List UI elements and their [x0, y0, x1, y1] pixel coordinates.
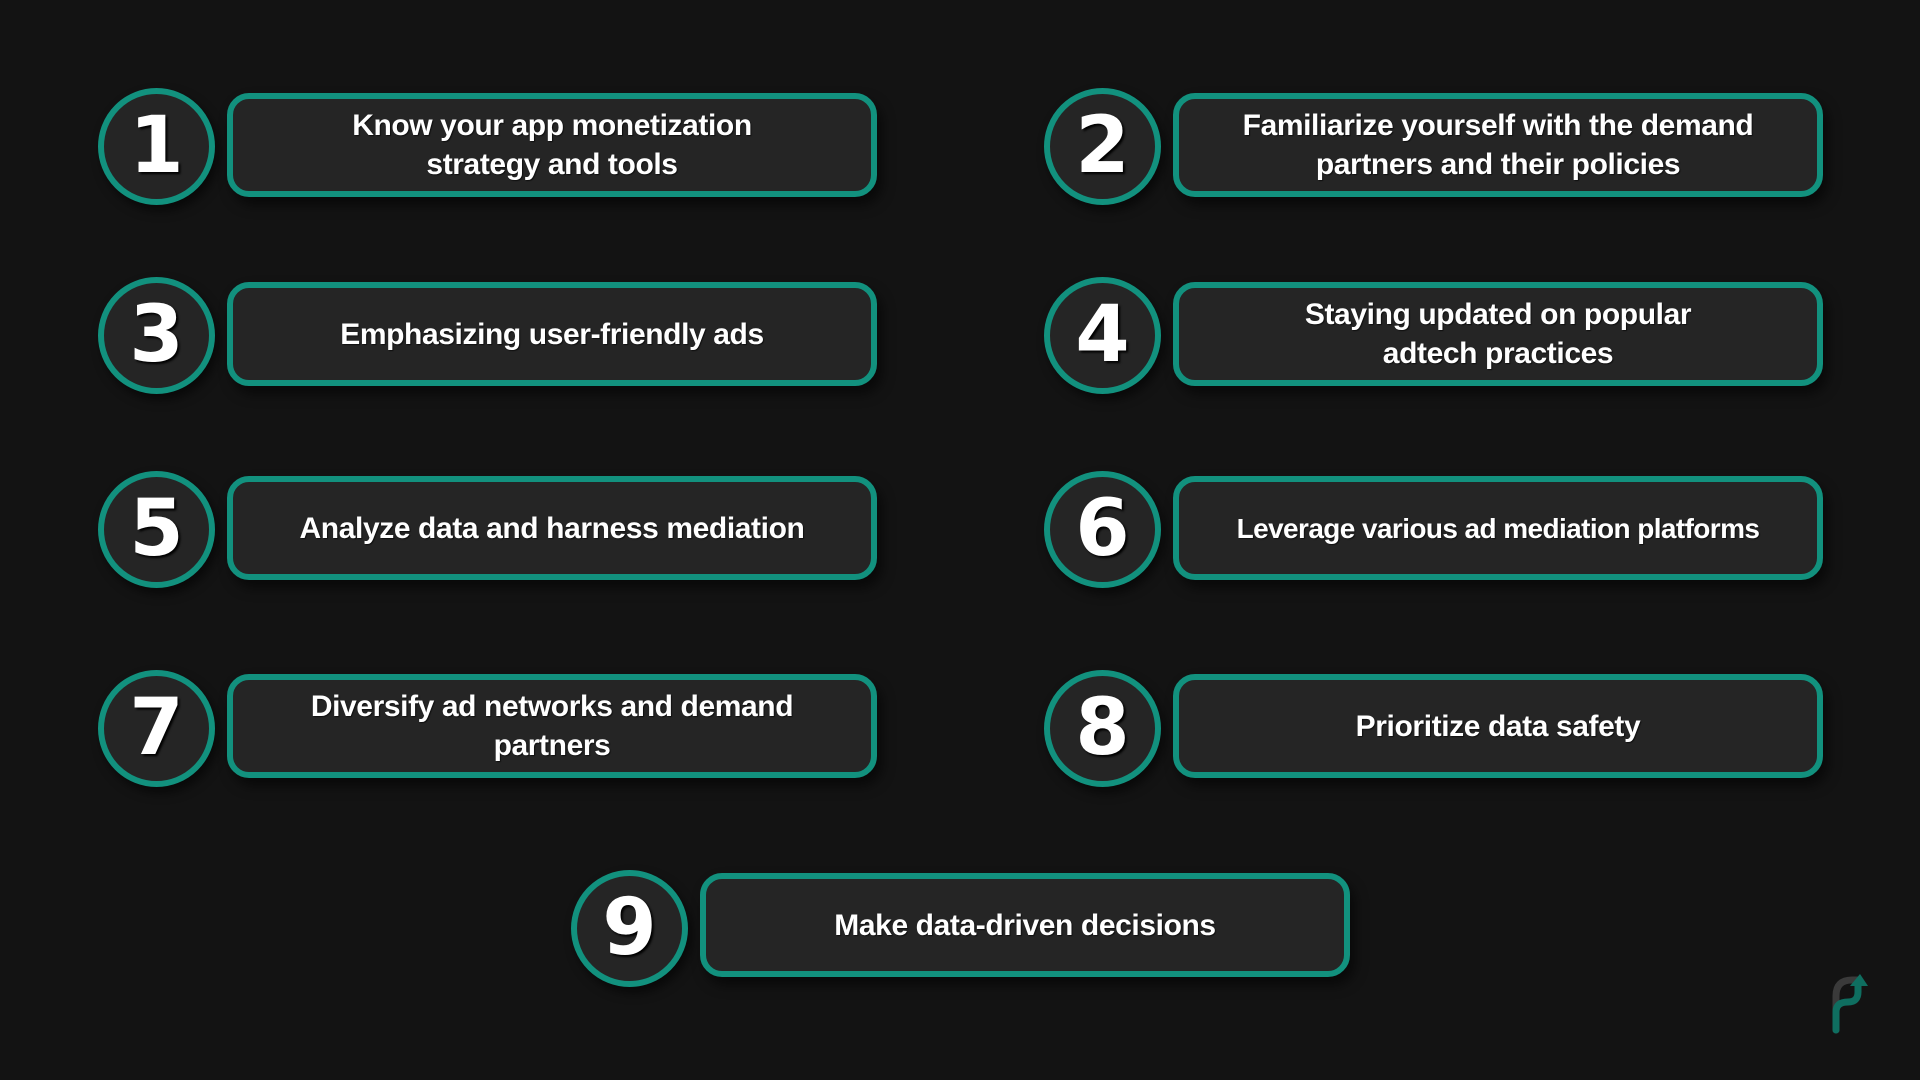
step-number-badge: 4 [1044, 277, 1161, 394]
step-number: 4 [1075, 289, 1130, 380]
step-number: 3 [129, 289, 184, 380]
step-text-box: Make data-driven decisions [700, 873, 1350, 977]
step-number: 2 [1075, 100, 1130, 191]
step-text: Make data-driven decisions [834, 908, 1216, 942]
step-number: 5 [129, 483, 184, 574]
step-number: 7 [129, 682, 184, 773]
step-text: Know your app monetization strategy and … [352, 109, 752, 181]
step-number-badge: 1 [98, 88, 215, 205]
step-number-badge: 6 [1044, 471, 1161, 588]
step-text: Leverage various ad mediation platforms [1236, 512, 1760, 544]
step-text: Analyze data and harness mediation [299, 511, 805, 545]
step-text-box: Prioritize data safety [1173, 674, 1823, 778]
step-number-badge: 8 [1044, 670, 1161, 787]
step-text-box: Know your app monetization strategy and … [227, 93, 877, 197]
step-text: Emphasizing user-friendly ads [340, 317, 764, 351]
step-text-box: Staying updated on popular adtech practi… [1173, 282, 1823, 386]
step-number-badge: 2 [1044, 88, 1161, 205]
step-number: 1 [129, 100, 184, 191]
step-number-badge: 9 [571, 870, 688, 987]
step-text: Staying updated on popular adtech practi… [1304, 298, 1692, 370]
step-number-badge: 5 [98, 471, 215, 588]
step-text-box: Diversify ad networks and demand partner… [227, 674, 877, 778]
step-number: 6 [1075, 483, 1130, 574]
step-text-box: Leverage various ad mediation platforms [1173, 476, 1823, 580]
step-text: Prioritize data safety [1355, 709, 1641, 743]
step-text-box: Familiarize yourself with the demand par… [1173, 93, 1823, 197]
step-text-box: Analyze data and harness mediation [227, 476, 877, 580]
step-number: 8 [1075, 682, 1130, 773]
step-text: Familiarize yourself with the demand par… [1242, 109, 1754, 181]
step-text: Diversify ad networks and demand partner… [310, 690, 794, 762]
step-number-badge: 3 [98, 277, 215, 394]
step-number: 9 [602, 882, 657, 973]
step-number-badge: 7 [98, 670, 215, 787]
step-text-box: Emphasizing user-friendly ads [227, 282, 877, 386]
brand-logo-icon [1832, 974, 1868, 1034]
